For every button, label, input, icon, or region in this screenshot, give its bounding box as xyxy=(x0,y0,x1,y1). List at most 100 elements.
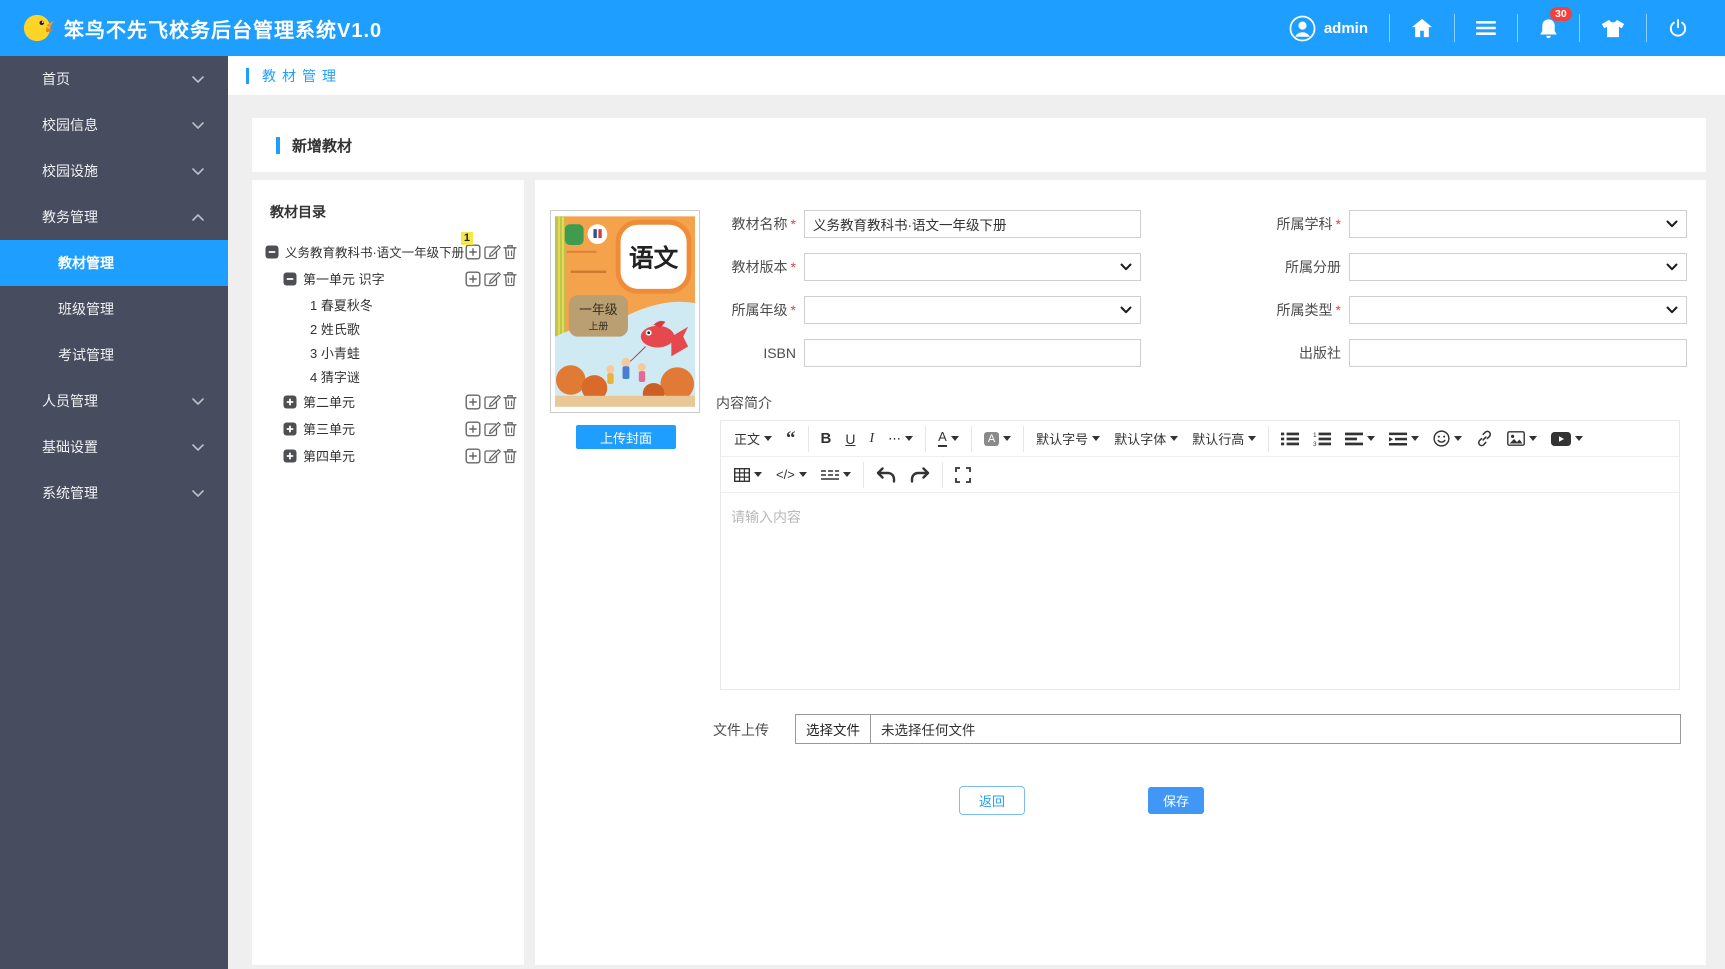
tree-node-label[interactable]: 第二单元 xyxy=(303,392,355,411)
delete-node-icon[interactable] xyxy=(503,394,519,410)
tree-node-label[interactable]: 第一单元 识字 xyxy=(303,269,385,288)
add-node-icon[interactable] xyxy=(465,244,481,260)
edit-node-icon[interactable] xyxy=(484,448,500,464)
tree-node-label[interactable]: 义务教育教科书·语文一年级下册 xyxy=(285,242,464,261)
add-node-icon[interactable] xyxy=(465,421,481,437)
font-size-button[interactable]: 默认字号 xyxy=(1029,424,1107,454)
sidebar-item-exam-mgmt[interactable]: 考试管理 xyxy=(0,332,228,378)
font-family-button[interactable]: 默认字体 xyxy=(1107,424,1185,454)
notifications-button[interactable]: 30 xyxy=(1517,6,1579,42)
choose-file-button[interactable]: 选择文件 xyxy=(796,715,871,743)
bold-button[interactable]: B xyxy=(814,424,839,454)
video-button[interactable] xyxy=(1544,424,1590,454)
back-button[interactable]: 返回 xyxy=(959,786,1025,815)
tree-node-label[interactable]: 4 猜字谜 xyxy=(310,367,360,386)
tree-node-label[interactable]: 1 春夏秋冬 xyxy=(310,295,373,314)
publisher-input[interactable] xyxy=(1349,339,1687,367)
sidebar: 首页 校园信息 校园设施 教务管理 教材管理 班级管理 考试管理 人员管理 基础… xyxy=(0,56,228,969)
indent-button[interactable] xyxy=(1382,424,1426,454)
collapse-icon[interactable] xyxy=(283,272,297,286)
tree-node-label[interactable]: 第三单元 xyxy=(303,419,355,438)
font-color-button[interactable]: A xyxy=(931,424,966,454)
isbn-input[interactable] xyxy=(804,339,1141,367)
delete-node-icon[interactable] xyxy=(503,271,519,287)
edit-node-icon[interactable] xyxy=(484,244,500,260)
add-node-icon[interactable] xyxy=(465,271,481,287)
tree-leaf-lesson1[interactable]: 1 春夏秋冬 xyxy=(265,292,519,316)
theme-button[interactable] xyxy=(1579,14,1646,42)
type-select[interactable] xyxy=(1349,296,1687,324)
upload-cover-button[interactable]: 上传封面 xyxy=(576,425,676,449)
textbook-name-input[interactable] xyxy=(804,210,1141,238)
delete-node-icon[interactable] xyxy=(503,448,519,464)
bg-color-button[interactable]: A xyxy=(977,424,1018,454)
sidebar-item-label: 班级管理 xyxy=(58,301,114,317)
underline-button[interactable]: U xyxy=(838,424,862,454)
tree-node-label[interactable]: 3 小青蛙 xyxy=(310,343,360,362)
bell-icon: 30 xyxy=(1539,6,1572,39)
sidebar-item-personnel[interactable]: 人员管理 xyxy=(0,378,228,424)
italic-button[interactable]: I xyxy=(862,424,881,454)
edit-node-icon[interactable] xyxy=(484,421,500,437)
link-icon[interactable] xyxy=(1469,424,1500,454)
logout-button[interactable] xyxy=(1646,14,1709,42)
add-node-icon[interactable] xyxy=(465,448,481,464)
fascicle-select[interactable] xyxy=(1349,253,1687,281)
image-button[interactable] xyxy=(1500,424,1544,454)
tree-node-unit1[interactable]: 第一单元 识字 xyxy=(265,265,519,292)
editor-content[interactable]: 请输入内容 xyxy=(721,493,1679,689)
user-menu[interactable]: admin xyxy=(1268,14,1389,42)
fullscreen-icon[interactable] xyxy=(948,460,978,490)
sidebar-item-class-mgmt[interactable]: 班级管理 xyxy=(0,286,228,332)
paragraph-format-button[interactable]: 正文 xyxy=(727,424,779,454)
version-select[interactable] xyxy=(804,253,1141,281)
subject-select[interactable] xyxy=(1349,210,1687,238)
expand-icon[interactable] xyxy=(283,422,297,436)
menu-button[interactable] xyxy=(1454,14,1517,42)
editor-toolbar-row1: 正文 “ B U I ⋯ A A 默认字号 默认字体 默认行高 xyxy=(721,421,1679,457)
topbar-actions: admin 30 xyxy=(1268,6,1725,42)
app-title: 笨鸟不先飞校务后台管理系统V1.0 xyxy=(64,19,383,42)
tree-node-unit2[interactable]: 第二单元 xyxy=(265,388,519,415)
divider-button[interactable] xyxy=(814,460,858,490)
home-button[interactable] xyxy=(1389,14,1454,42)
sidebar-item-home[interactable]: 首页 xyxy=(0,56,228,102)
breadcrumb[interactable]: 教材管理 xyxy=(262,66,342,86)
table-button[interactable] xyxy=(727,460,769,490)
file-upload-input[interactable]: 选择文件 未选择任何文件 xyxy=(795,714,1681,744)
code-button[interactable]: </> xyxy=(769,460,814,490)
edit-node-icon[interactable] xyxy=(484,394,500,410)
more-style-button[interactable]: ⋯ xyxy=(881,424,920,454)
sidebar-item-academic-admin[interactable]: 教务管理 xyxy=(0,194,228,240)
redo-icon[interactable] xyxy=(903,460,937,490)
tree-leaf-lesson3[interactable]: 3 小青蛙 xyxy=(265,340,519,364)
tree-node-root[interactable]: 义务教育教科书·语文一年级下册 1 xyxy=(265,232,519,265)
delete-node-icon[interactable] xyxy=(503,421,519,437)
emoji-button[interactable] xyxy=(1426,424,1469,454)
grade-select[interactable] xyxy=(804,296,1141,324)
tree-leaf-lesson4[interactable]: 4 猜字谜 xyxy=(265,364,519,388)
sidebar-item-system-mgmt[interactable]: 系统管理 xyxy=(0,470,228,516)
undo-icon[interactable] xyxy=(869,460,903,490)
ordered-list-icon[interactable] xyxy=(1306,424,1338,454)
tree-node-label[interactable]: 第四单元 xyxy=(303,446,355,465)
add-node-icon[interactable] xyxy=(465,394,481,410)
expand-icon[interactable] xyxy=(283,449,297,463)
tree-leaf-lesson2[interactable]: 2 姓氏歌 xyxy=(265,316,519,340)
sidebar-item-textbook-mgmt[interactable]: 教材管理 xyxy=(0,240,228,286)
tree-node-unit3[interactable]: 第三单元 xyxy=(265,415,519,442)
line-height-button[interactable]: 默认行高 xyxy=(1185,424,1263,454)
blockquote-button[interactable]: “ xyxy=(779,424,803,454)
collapse-icon[interactable] xyxy=(265,245,279,259)
delete-node-icon[interactable] xyxy=(503,244,519,260)
sidebar-item-campus-facility[interactable]: 校园设施 xyxy=(0,148,228,194)
edit-node-icon[interactable] xyxy=(484,271,500,287)
tree-node-unit4[interactable]: 第四单元 xyxy=(265,442,519,469)
bullet-list-icon[interactable] xyxy=(1274,424,1306,454)
sidebar-item-campus-info[interactable]: 校园信息 xyxy=(0,102,228,148)
expand-icon[interactable] xyxy=(283,395,297,409)
sidebar-item-basic-settings[interactable]: 基础设置 xyxy=(0,424,228,470)
align-button[interactable] xyxy=(1338,424,1382,454)
save-button[interactable]: 保存 xyxy=(1148,787,1204,814)
tree-node-label[interactable]: 2 姓氏歌 xyxy=(310,319,360,338)
